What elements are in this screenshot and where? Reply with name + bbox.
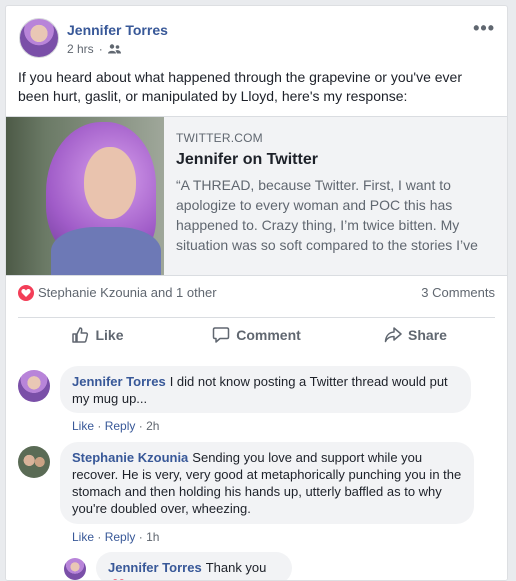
comment-time[interactable]: 2h [146,419,159,433]
comment-reply-link[interactable]: Reply [105,530,136,544]
post-header: Jennifer Torres 2 hrs · ••• [19,18,497,62]
comment-bubble: Stephanie Kzounia Sending you love and su… [60,442,474,524]
comment-item: Jennifer Torres I did not know posting a … [18,366,498,433]
reply-author[interactable]: Jennifer Torres [108,560,202,575]
link-text-block: TWITTER.COM Jennifer on Twitter “A THREA… [176,131,494,255]
comment-author[interactable]: Jennifer Torres [72,374,166,389]
more-dots-icon[interactable]: ••• [473,18,495,39]
comment-actions: Like · Reply · 1h [72,530,160,544]
comment-actions: Like · Reply · 2h [72,419,160,433]
comment-like-link[interactable]: Like [72,419,94,433]
author-name[interactable]: Jennifer Torres [67,22,168,38]
post-text: If you heard about what happened through… [18,69,462,104]
link-preview[interactable]: TWITTER.COM Jennifer on Twitter “A THREA… [6,116,507,276]
comment-icon [212,327,230,343]
comment-avatar[interactable] [18,370,50,402]
friends-icon[interactable] [107,44,121,54]
comment-avatar[interactable] [18,446,50,478]
post-card: Jennifer Torres 2 hrs · ••• If you heard… [5,5,508,581]
link-preview-image[interactable] [6,117,164,275]
comment-time[interactable]: 1h [146,530,159,544]
share-button[interactable]: Share [336,318,495,352]
comment-bubble: Jennifer Torres I did not know posting a … [60,366,471,413]
link-description: “A THREAD, because Twitter. First, I wan… [176,177,478,253]
reply-avatar[interactable] [64,558,86,580]
reply-bubble: Jennifer Torres Thank you [96,552,292,580]
reactors-summary[interactable]: Stephanie Kzounia and 1 other [38,285,217,300]
comments-area: Jennifer Torres I did not know posting a … [6,352,507,580]
reply-text: Thank you [205,560,267,575]
post-time[interactable]: 2 hrs [67,42,94,56]
like-label: Like [95,327,124,343]
link-title[interactable]: Jennifer on Twitter [176,151,494,169]
share-label: Share [408,327,447,343]
comment-count[interactable]: 3 Comments [421,285,495,300]
share-icon [384,327,402,343]
thumbs-up-icon [72,327,89,343]
link-domain: TWITTER.COM [176,131,263,145]
reply-item: Jennifer Torres Thank you [64,552,484,580]
reactions-bar: Stephanie Kzounia and 1 other 3 Comments [18,282,495,304]
love-reaction-icon[interactable] [18,285,34,301]
like-button[interactable]: Like [18,318,177,352]
comment-like-link[interactable]: Like [72,530,94,544]
author-avatar[interactable] [19,18,59,58]
actions-bar: Like Comment Share [18,317,495,353]
comment-reply-link[interactable]: Reply [105,419,136,433]
comment-label: Comment [236,327,301,343]
post-meta: 2 hrs · [67,42,121,56]
comment-author[interactable]: Stephanie Kzounia [72,450,188,465]
comment-item: Stephanie Kzounia Sending you love and su… [18,442,498,552]
comment-button[interactable]: Comment [177,318,336,352]
